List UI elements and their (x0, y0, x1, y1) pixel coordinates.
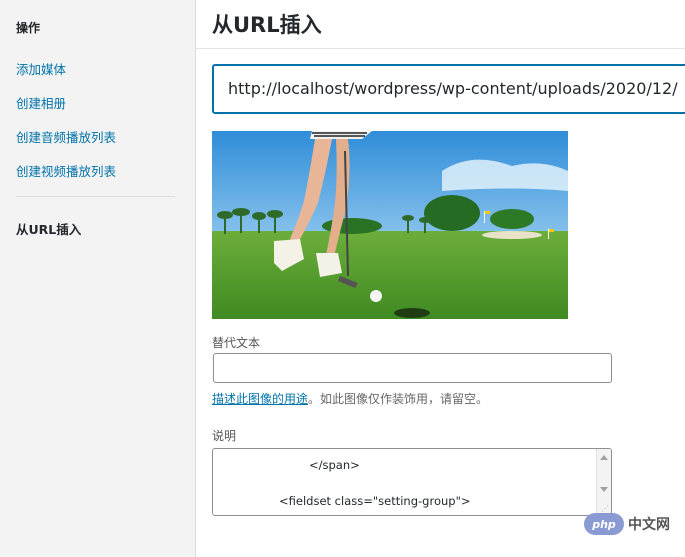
scroll-down-icon[interactable] (600, 487, 608, 492)
alt-text-input[interactable] (213, 353, 612, 383)
caption-line: </span> (309, 458, 360, 472)
preview-image (212, 131, 568, 319)
scroll-up-icon[interactable] (600, 455, 608, 460)
caption-line: <fieldset class="setting-group"> (279, 494, 471, 508)
sidebar-divider (16, 196, 175, 197)
watermark-logo: php (584, 513, 624, 535)
sidebar-item-create-gallery[interactable]: 创建相册 (16, 93, 66, 112)
page-title: 从URL插入 (212, 13, 322, 37)
sidebar-item-create-video-playlist[interactable]: 创建视频播放列表 (16, 161, 116, 180)
alt-text-help: 描述此图像的用途。如此图像仅作装饰用，请留空。 (212, 390, 488, 407)
resize-grip-icon[interactable]: ⋰ (601, 505, 609, 513)
watermark: php 中文网 (584, 513, 670, 535)
alt-text-label: 替代文本 (212, 336, 261, 350)
media-sidebar: 操作 添加媒体 创建相册 创建音频播放列表 创建视频播放列表 从URL插入 (0, 0, 196, 557)
url-input[interactable]: http://localhost/wordpress/wp-content/up… (212, 64, 685, 114)
sidebar-item-create-audio-playlist[interactable]: 创建音频播放列表 (16, 127, 116, 146)
sidebar-item-insert-from-url[interactable]: 从URL插入 (16, 219, 81, 238)
sidebar-item-add-media[interactable]: 添加媒体 (16, 59, 66, 78)
caption-textarea[interactable]: </span> <fieldset class="setting-group">… (212, 448, 612, 516)
caption-label: 说明 (212, 429, 237, 443)
watermark-text: 中文网 (628, 517, 670, 533)
title-divider (196, 48, 685, 49)
alt-text-help-text: 。如此图像仅作装饰用，请留空。 (308, 392, 489, 406)
describe-image-purpose-link[interactable]: 描述此图像的用途 (212, 392, 308, 406)
sidebar-heading: 操作 (16, 21, 41, 35)
